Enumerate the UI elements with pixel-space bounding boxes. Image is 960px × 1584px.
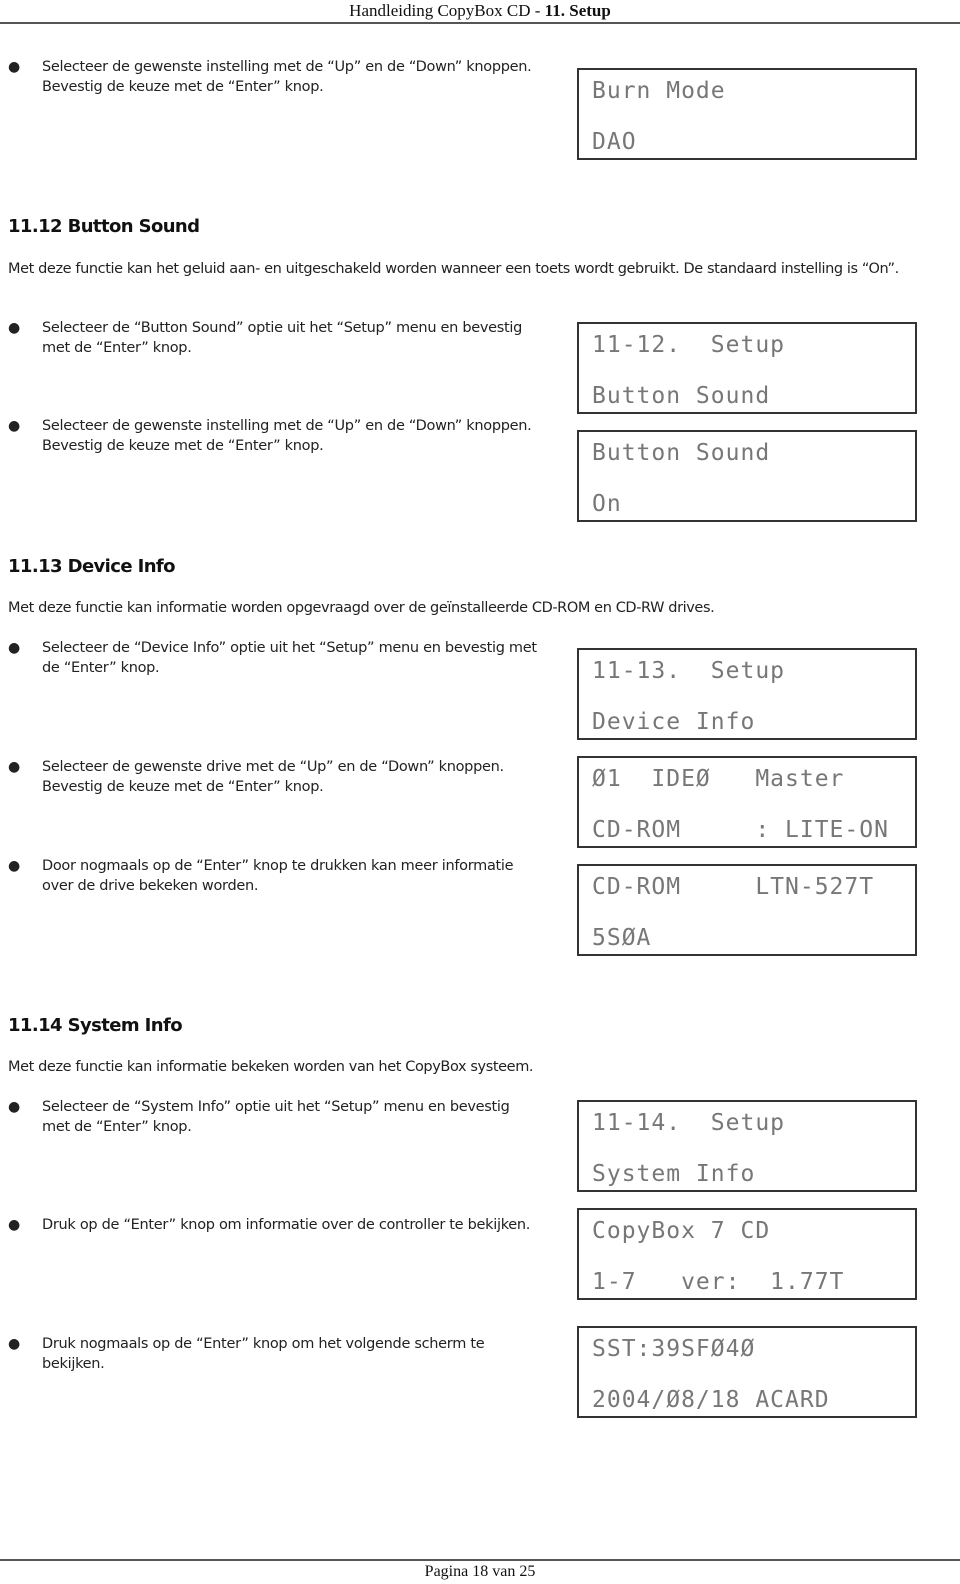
bullet-icon: ● <box>8 320 20 336</box>
bullet-icon: ● <box>8 1217 20 1233</box>
bullet-icon: ● <box>8 1099 20 1115</box>
section-description: Met deze functie kan informatie worden o… <box>8 600 715 616</box>
lcd-line-1: SST:39SFØ4Ø <box>592 1336 756 1362</box>
lcd-line-2: Device Info <box>592 709 756 735</box>
list-item: ● Selecteer de “Device Info” optie uit h… <box>8 640 537 676</box>
lcd-display: SST:39SFØ4Ø 2004/Ø8/18 ACARD <box>577 1326 917 1418</box>
bullet-icon: ● <box>8 759 20 775</box>
section-title-button-sound: 11.12 Button Sound <box>8 216 200 237</box>
lcd-line-1: Burn Mode <box>592 78 726 104</box>
list-item: ● Door nogmaals op de “Enter” knop te dr… <box>8 858 514 894</box>
header-chapter: 11. Setup <box>544 1 611 20</box>
lcd-line-1: 11-14. Setup <box>592 1110 786 1136</box>
lcd-line-2: 1-7 ver: 1.77T <box>592 1269 845 1295</box>
list-item: ● Druk nogmaals op de “Enter” knop om he… <box>8 1336 485 1372</box>
lcd-line-2: 5SØA <box>592 925 652 951</box>
lcd-display: Button Sound On <box>577 430 917 522</box>
header-title: Handleiding CopyBox CD - <box>349 1 545 20</box>
bullet-icon: ● <box>8 418 20 434</box>
lcd-line-2: On <box>592 491 622 517</box>
list-item: ● Druk op de “Enter” knop om informatie … <box>8 1217 531 1233</box>
bullet-icon: ● <box>8 640 20 656</box>
bullet-icon: ● <box>8 1336 20 1352</box>
lcd-display-burn-mode: Burn Mode DAO <box>577 68 917 160</box>
lcd-display: Ø1 IDEØ Master CD-ROM : LITE-ON <box>577 756 917 848</box>
lcd-line-2: 2004/Ø8/18 ACARD <box>592 1387 830 1413</box>
lcd-display: 11-13. Setup Device Info <box>577 648 917 740</box>
lcd-line-2: Button Sound <box>592 383 771 409</box>
lcd-line-1: CD-ROM LTN-527T <box>592 874 875 900</box>
lcd-line-1: CopyBox 7 CD <box>592 1218 771 1244</box>
section-description: Met deze functie kan informatie bekeken … <box>8 1059 534 1075</box>
list-item: ● Selecteer de gewenste drive met de “Up… <box>8 759 504 795</box>
lcd-line-2: System Info <box>592 1161 756 1187</box>
lcd-line-1: 11-12. Setup <box>592 332 786 358</box>
lcd-line-2: CD-ROM : LITE-ON <box>592 817 889 843</box>
lcd-display: CopyBox 7 CD 1-7 ver: 1.77T <box>577 1208 917 1300</box>
lcd-line-1: 11-13. Setup <box>592 658 786 684</box>
section-title-device-info: 11.13 Device Info <box>8 556 176 577</box>
list-item: ● Selecteer de “System Info” optie uit h… <box>8 1099 510 1135</box>
list-item: ● Selecteer de “Button Sound” optie uit … <box>8 320 523 356</box>
section-title-system-info: 11.14 System Info <box>8 1015 183 1036</box>
section-description: Met deze functie kan het geluid aan- en … <box>8 261 899 277</box>
lcd-display: 11-12. Setup Button Sound <box>577 322 917 414</box>
bullet-icon: ● <box>8 858 20 874</box>
list-item: ● Selecteer de gewenste instelling met d… <box>8 418 532 454</box>
intro-bullet: ● Selecteer de gewenste instelling met d… <box>8 59 532 95</box>
lcd-line-2: DAO <box>592 129 637 155</box>
lcd-display: 11-14. Setup System Info <box>577 1100 917 1192</box>
page-footer: Pagina 18 van 25 <box>0 1559 960 1583</box>
lcd-display: CD-ROM LTN-527T 5SØA <box>577 864 917 956</box>
page-header: Handleiding CopyBox CD - 11. Setup <box>0 0 960 24</box>
bullet-icon: ● <box>8 59 20 75</box>
lcd-line-1: Ø1 IDEØ Master <box>592 766 845 792</box>
lcd-line-1: Button Sound <box>592 440 771 466</box>
page-number: Pagina 18 van 25 <box>424 1563 536 1580</box>
